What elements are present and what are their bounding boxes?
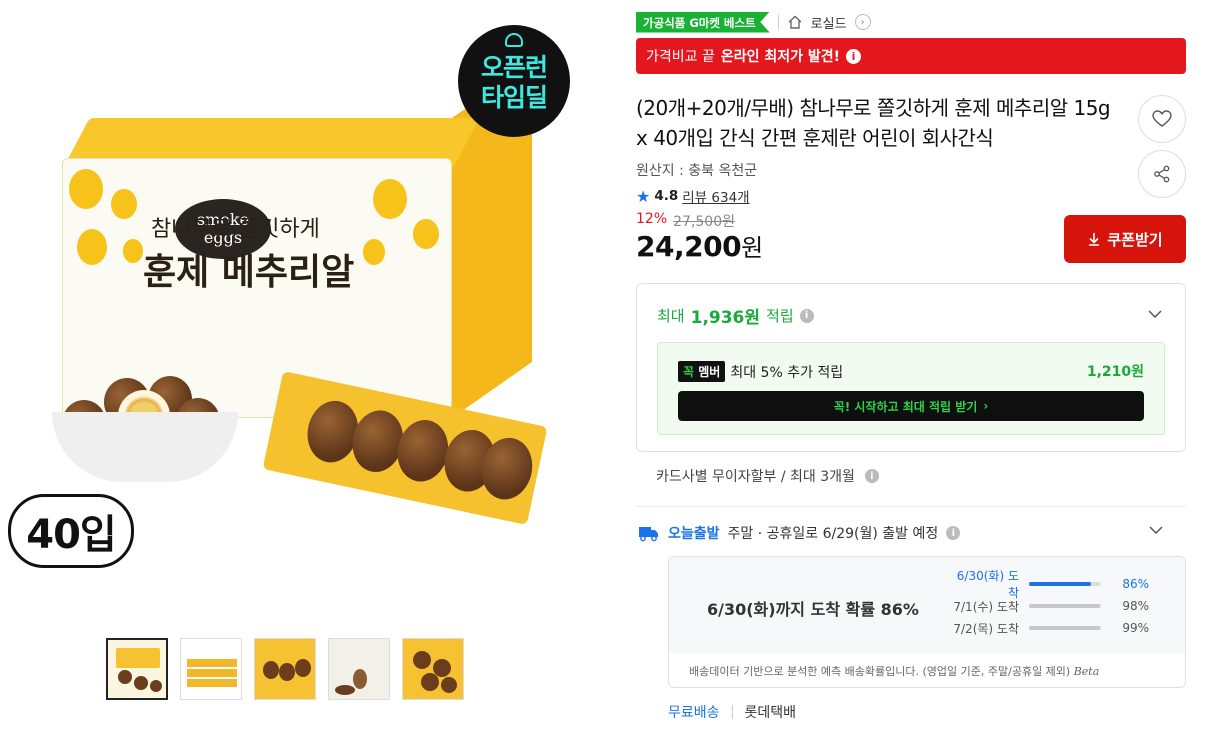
thumbnail-5[interactable] bbox=[402, 638, 464, 700]
beta-label: Beta bbox=[1073, 665, 1100, 678]
egg-bowl bbox=[52, 372, 238, 482]
delivery-probability-card: 6/30(화)까지 도착 확률 86% 6/30(화) 도착 86% 7/1(수… bbox=[668, 556, 1186, 688]
chevron-right-icon[interactable]: › bbox=[854, 14, 871, 30]
member-logo: 꼭 멤버 bbox=[678, 361, 726, 382]
delivery-note: 배송데이터 기반으로 분석한 예측 배송확률입니다. (영업일 기준, 주말/공… bbox=[689, 665, 1100, 678]
box-brand: 훈제 메추리알 bbox=[143, 252, 355, 293]
member-amount: 1,210원 bbox=[1086, 364, 1144, 380]
product-title: (20개+20개/무배) 참나무로 쫄깃하게 훈제 메추리알 15g x 40개… bbox=[636, 96, 1111, 150]
today-ship-label: 오늘출발 bbox=[668, 526, 720, 542]
thumbnail-1[interactable] bbox=[106, 638, 168, 700]
thumbnail-list bbox=[106, 638, 464, 700]
installment-info: 카드사별 무이자할부 / 최대 3개월 i bbox=[656, 466, 879, 486]
truck-icon bbox=[639, 527, 658, 542]
divider bbox=[777, 15, 779, 29]
delivery-probability-main: 6/30(화)까지 도착 확률 86% bbox=[707, 600, 919, 619]
ship-schedule: 주말 · 공휴일로 6/29(월) 출발 예정 bbox=[727, 526, 939, 542]
shipping-summary: 무료배송 롯데택배 bbox=[668, 702, 796, 722]
chevron-down-icon[interactable] bbox=[1148, 522, 1164, 538]
probability-bar bbox=[1029, 604, 1101, 608]
brand-link[interactable]: 로실드 bbox=[811, 13, 847, 32]
info-icon[interactable]: i bbox=[946, 526, 961, 540]
product-image[interactable]: smoke eggs 참나무로 쫄깃하게 훈제 메추리알 오픈런 타임딜 40입 bbox=[0, 0, 620, 610]
rating-score: 4.8 bbox=[654, 188, 679, 204]
divider bbox=[636, 506, 1186, 507]
share-button[interactable] bbox=[1138, 150, 1186, 198]
member-signup-button[interactable]: 꼭! 시작하고 최대 적립 받기 › bbox=[678, 391, 1144, 421]
member-text: 최대 5% 추가 적립 bbox=[730, 364, 844, 381]
probability-item: 6/30(화) 도착 86% bbox=[956, 569, 1149, 600]
shipping-row[interactable]: 오늘출발 주말 · 공휴일로 6/29(월) 출발 예정 i bbox=[638, 523, 961, 543]
price-number: 24,200 bbox=[636, 230, 742, 263]
open-run-timedeal-badge: 오픈런 타임딜 bbox=[458, 25, 570, 137]
rating-row: ★ 4.8 리뷰 634개 bbox=[636, 186, 750, 207]
info-icon[interactable]: i bbox=[864, 469, 879, 483]
sale-price: 24,200원 bbox=[636, 228, 763, 263]
review-link[interactable]: 리뷰 634개 bbox=[682, 186, 749, 206]
info-icon[interactable]: i bbox=[846, 48, 862, 64]
divider bbox=[731, 705, 733, 719]
best-tag[interactable]: 가공식품 G마켓 베스트 bbox=[636, 11, 770, 33]
coupon-label: 쿠폰받기 bbox=[1107, 230, 1163, 249]
box-subtitle: 참나무로 쫄깃하게 bbox=[151, 217, 320, 242]
coupon-button[interactable]: 쿠폰받기 bbox=[1064, 215, 1186, 263]
probability-item: 7/1(수) 도착 98% bbox=[953, 599, 1149, 614]
heart-icon bbox=[1152, 110, 1172, 127]
points-amount: 1,936원 bbox=[690, 308, 761, 328]
probability-item: 7/2(목) 도착 99% bbox=[953, 621, 1149, 636]
thumbnail-3[interactable] bbox=[254, 638, 316, 700]
home-icon bbox=[788, 15, 802, 29]
chevron-right-icon: › bbox=[983, 399, 989, 413]
origin-info: 원산지 : 충북 옥천군 bbox=[636, 163, 758, 179]
points-card: 최대 1,936원 적립 i 꼭 멤버 최대 5% 추가 적립 1,210원 꼭… bbox=[636, 283, 1186, 452]
price-unit: 원 bbox=[741, 234, 763, 262]
thumbnail-2[interactable] bbox=[180, 638, 242, 700]
wishlist-button[interactable] bbox=[1138, 95, 1186, 143]
lowest-price-banner[interactable]: 가격비교 끝 온라인 최저가 발견! i bbox=[636, 38, 1186, 74]
star-icon: ★ bbox=[636, 186, 651, 206]
free-shipping: 무료배송 bbox=[668, 705, 720, 721]
probability-bar bbox=[1029, 582, 1101, 586]
chevron-down-icon[interactable] bbox=[1147, 306, 1163, 322]
download-icon bbox=[1089, 233, 1100, 246]
courier-name: 롯데택배 bbox=[744, 705, 797, 721]
count-badge: 40입 bbox=[8, 494, 134, 568]
member-box: 꼭 멤버 최대 5% 추가 적립 1,210원 꼭! 시작하고 최대 적립 받기… bbox=[657, 342, 1165, 435]
info-icon[interactable]: i bbox=[799, 308, 814, 323]
probability-bar bbox=[1029, 626, 1101, 630]
share-icon bbox=[1154, 165, 1170, 183]
category-row: 가공식품 G마켓 베스트 로실드 › bbox=[636, 11, 871, 33]
promo-prefix: 가격비교 끝 bbox=[646, 49, 715, 65]
delivery-probability-list: 6/30(화) 도착 86% 7/1(수) 도착 98% 7/2(목) 도착 9… bbox=[949, 569, 1169, 639]
thumbnail-4[interactable] bbox=[328, 638, 390, 700]
promo-highlight: 온라인 최저가 발견! bbox=[720, 49, 841, 65]
points-header[interactable]: 최대 1,936원 적립 i bbox=[657, 303, 814, 328]
